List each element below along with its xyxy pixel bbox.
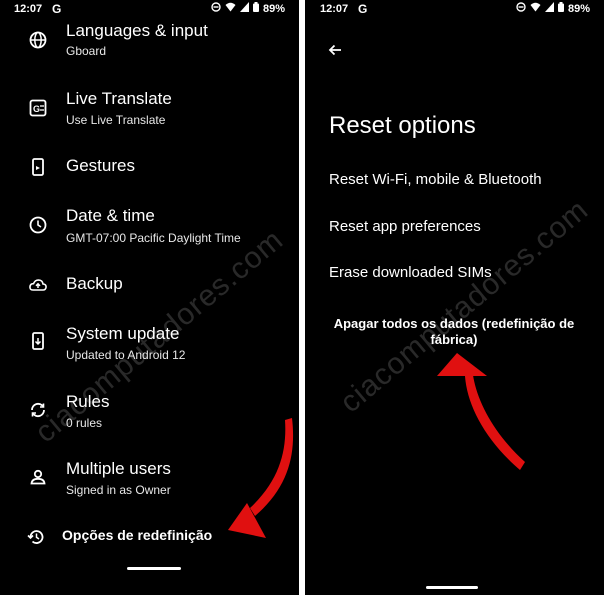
red-arrow-pointer-left <box>228 418 294 538</box>
gesture-nav-bar[interactable] <box>127 567 181 570</box>
gesture-nav-bar[interactable] <box>426 586 478 589</box>
settings-system-screen: 12:07 G 89% ciacomputadores.com Language… <box>0 0 299 595</box>
reset-options-screen: 12:07 G 89% ciacomputadores.com Reset op… <box>305 0 604 595</box>
red-arrow-pointer-right <box>437 353 525 470</box>
